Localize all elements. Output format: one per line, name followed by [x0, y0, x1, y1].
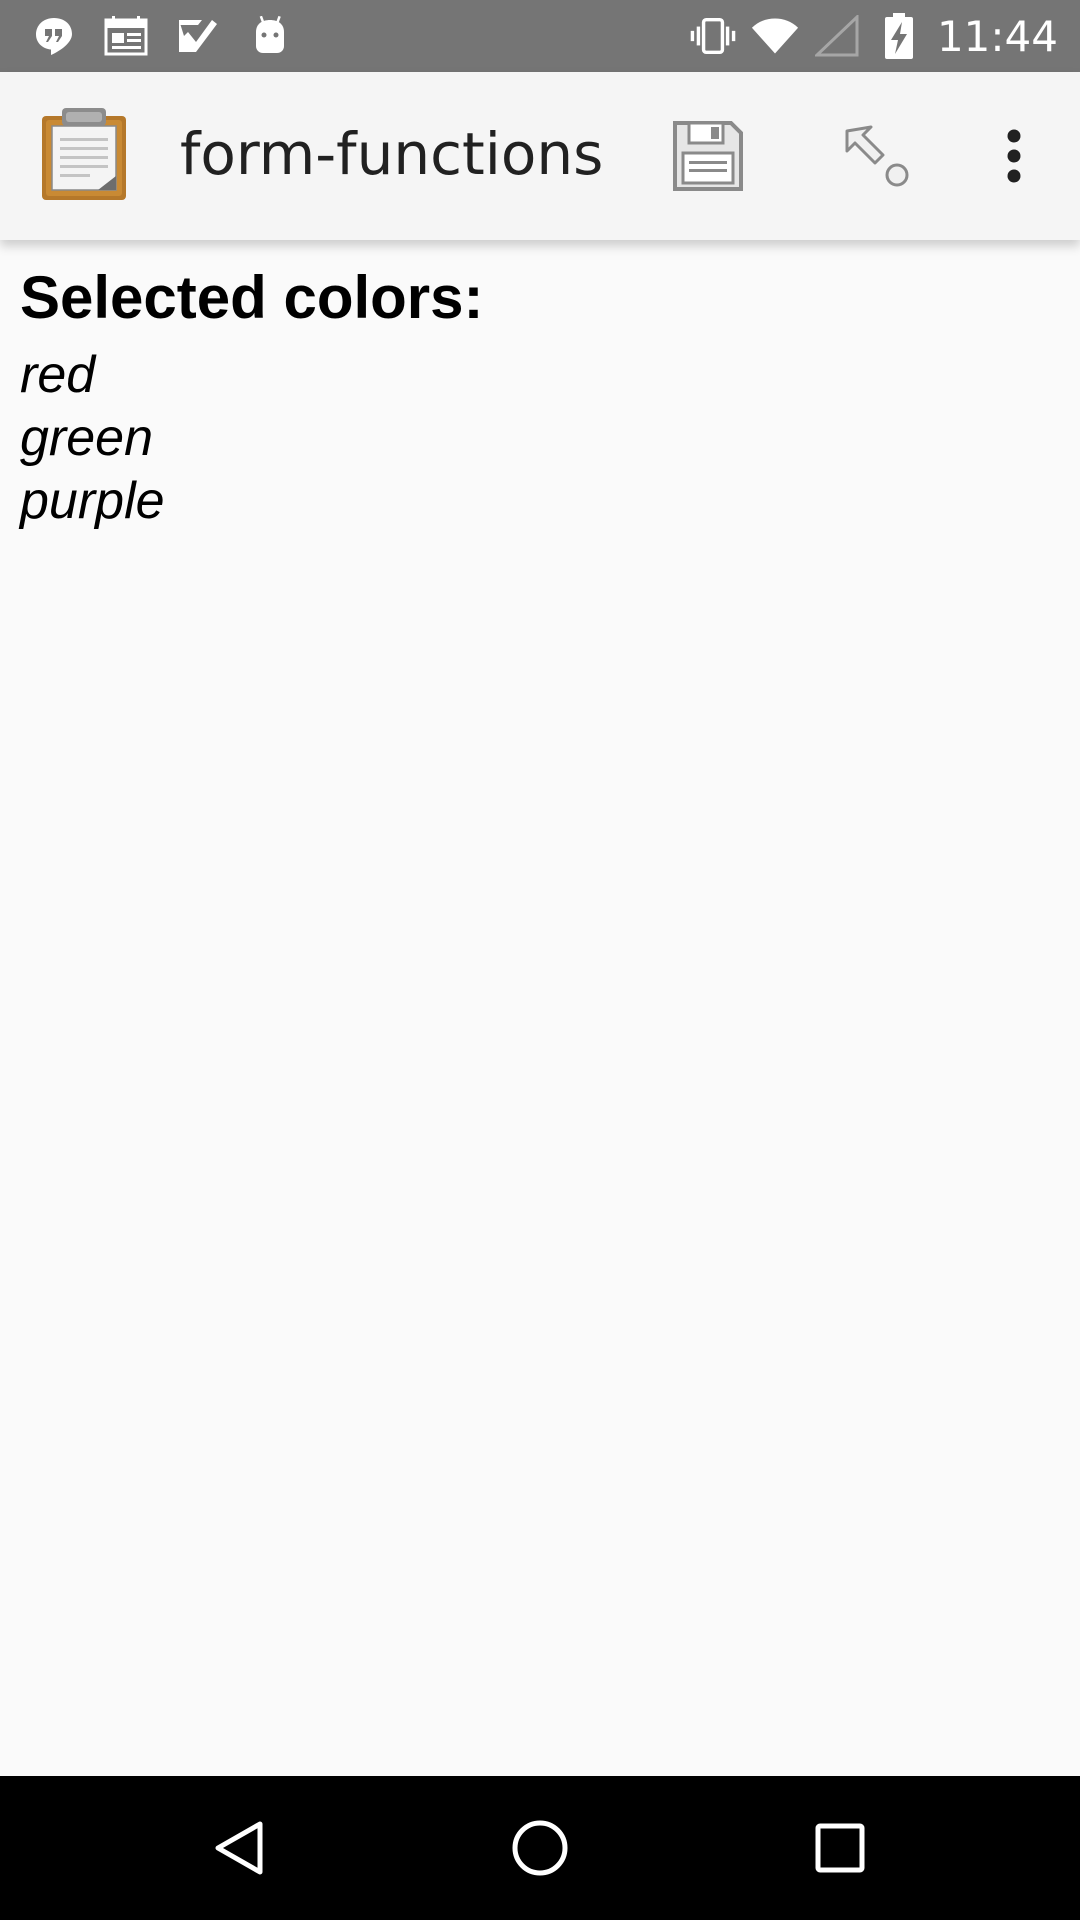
more-vert-icon	[1007, 129, 1021, 183]
save-button[interactable]	[660, 108, 756, 204]
home-icon	[512, 1820, 568, 1876]
app-title: form-functions	[180, 120, 604, 188]
tasks-icon	[174, 12, 222, 60]
cell-signal-icon	[813, 12, 861, 60]
list-item: red	[20, 346, 96, 404]
list-item: purple	[20, 472, 165, 530]
android-icon	[246, 12, 294, 60]
overflow-menu-button[interactable]	[966, 108, 1062, 204]
recents-button[interactable]	[792, 1800, 888, 1896]
save-icon	[673, 121, 743, 191]
home-button[interactable]	[492, 1800, 588, 1896]
notification-icons	[30, 12, 318, 60]
vibrate-icon	[689, 12, 737, 60]
selected-colors-label: Selected colors:	[20, 264, 484, 331]
back-button[interactable]	[192, 1800, 288, 1896]
status-bar: 11:44	[0, 0, 1080, 72]
back-icon	[215, 1821, 263, 1875]
status-clock: 11:44	[936, 11, 1058, 61]
clipboard-icon[interactable]	[40, 106, 128, 202]
wifi-icon	[751, 12, 799, 60]
list-item: green	[20, 409, 153, 467]
jump-to-question-button[interactable]	[830, 108, 926, 204]
form-content: Selected colors: red green purple	[20, 262, 1060, 533]
recents-icon	[815, 1823, 865, 1873]
jump-icon	[845, 125, 909, 187]
hangouts-icon	[30, 12, 78, 60]
navigation-bar	[0, 1776, 1080, 1920]
battery-charging-icon	[875, 12, 923, 60]
selected-colors-list: red green purple	[20, 344, 1060, 533]
calendar-icon	[102, 12, 150, 60]
system-icons: 11:44	[675, 11, 1058, 61]
screen: 11:44 form-functions Selected colors: re…	[0, 0, 1080, 1920]
app-bar: form-functions	[0, 72, 1080, 240]
